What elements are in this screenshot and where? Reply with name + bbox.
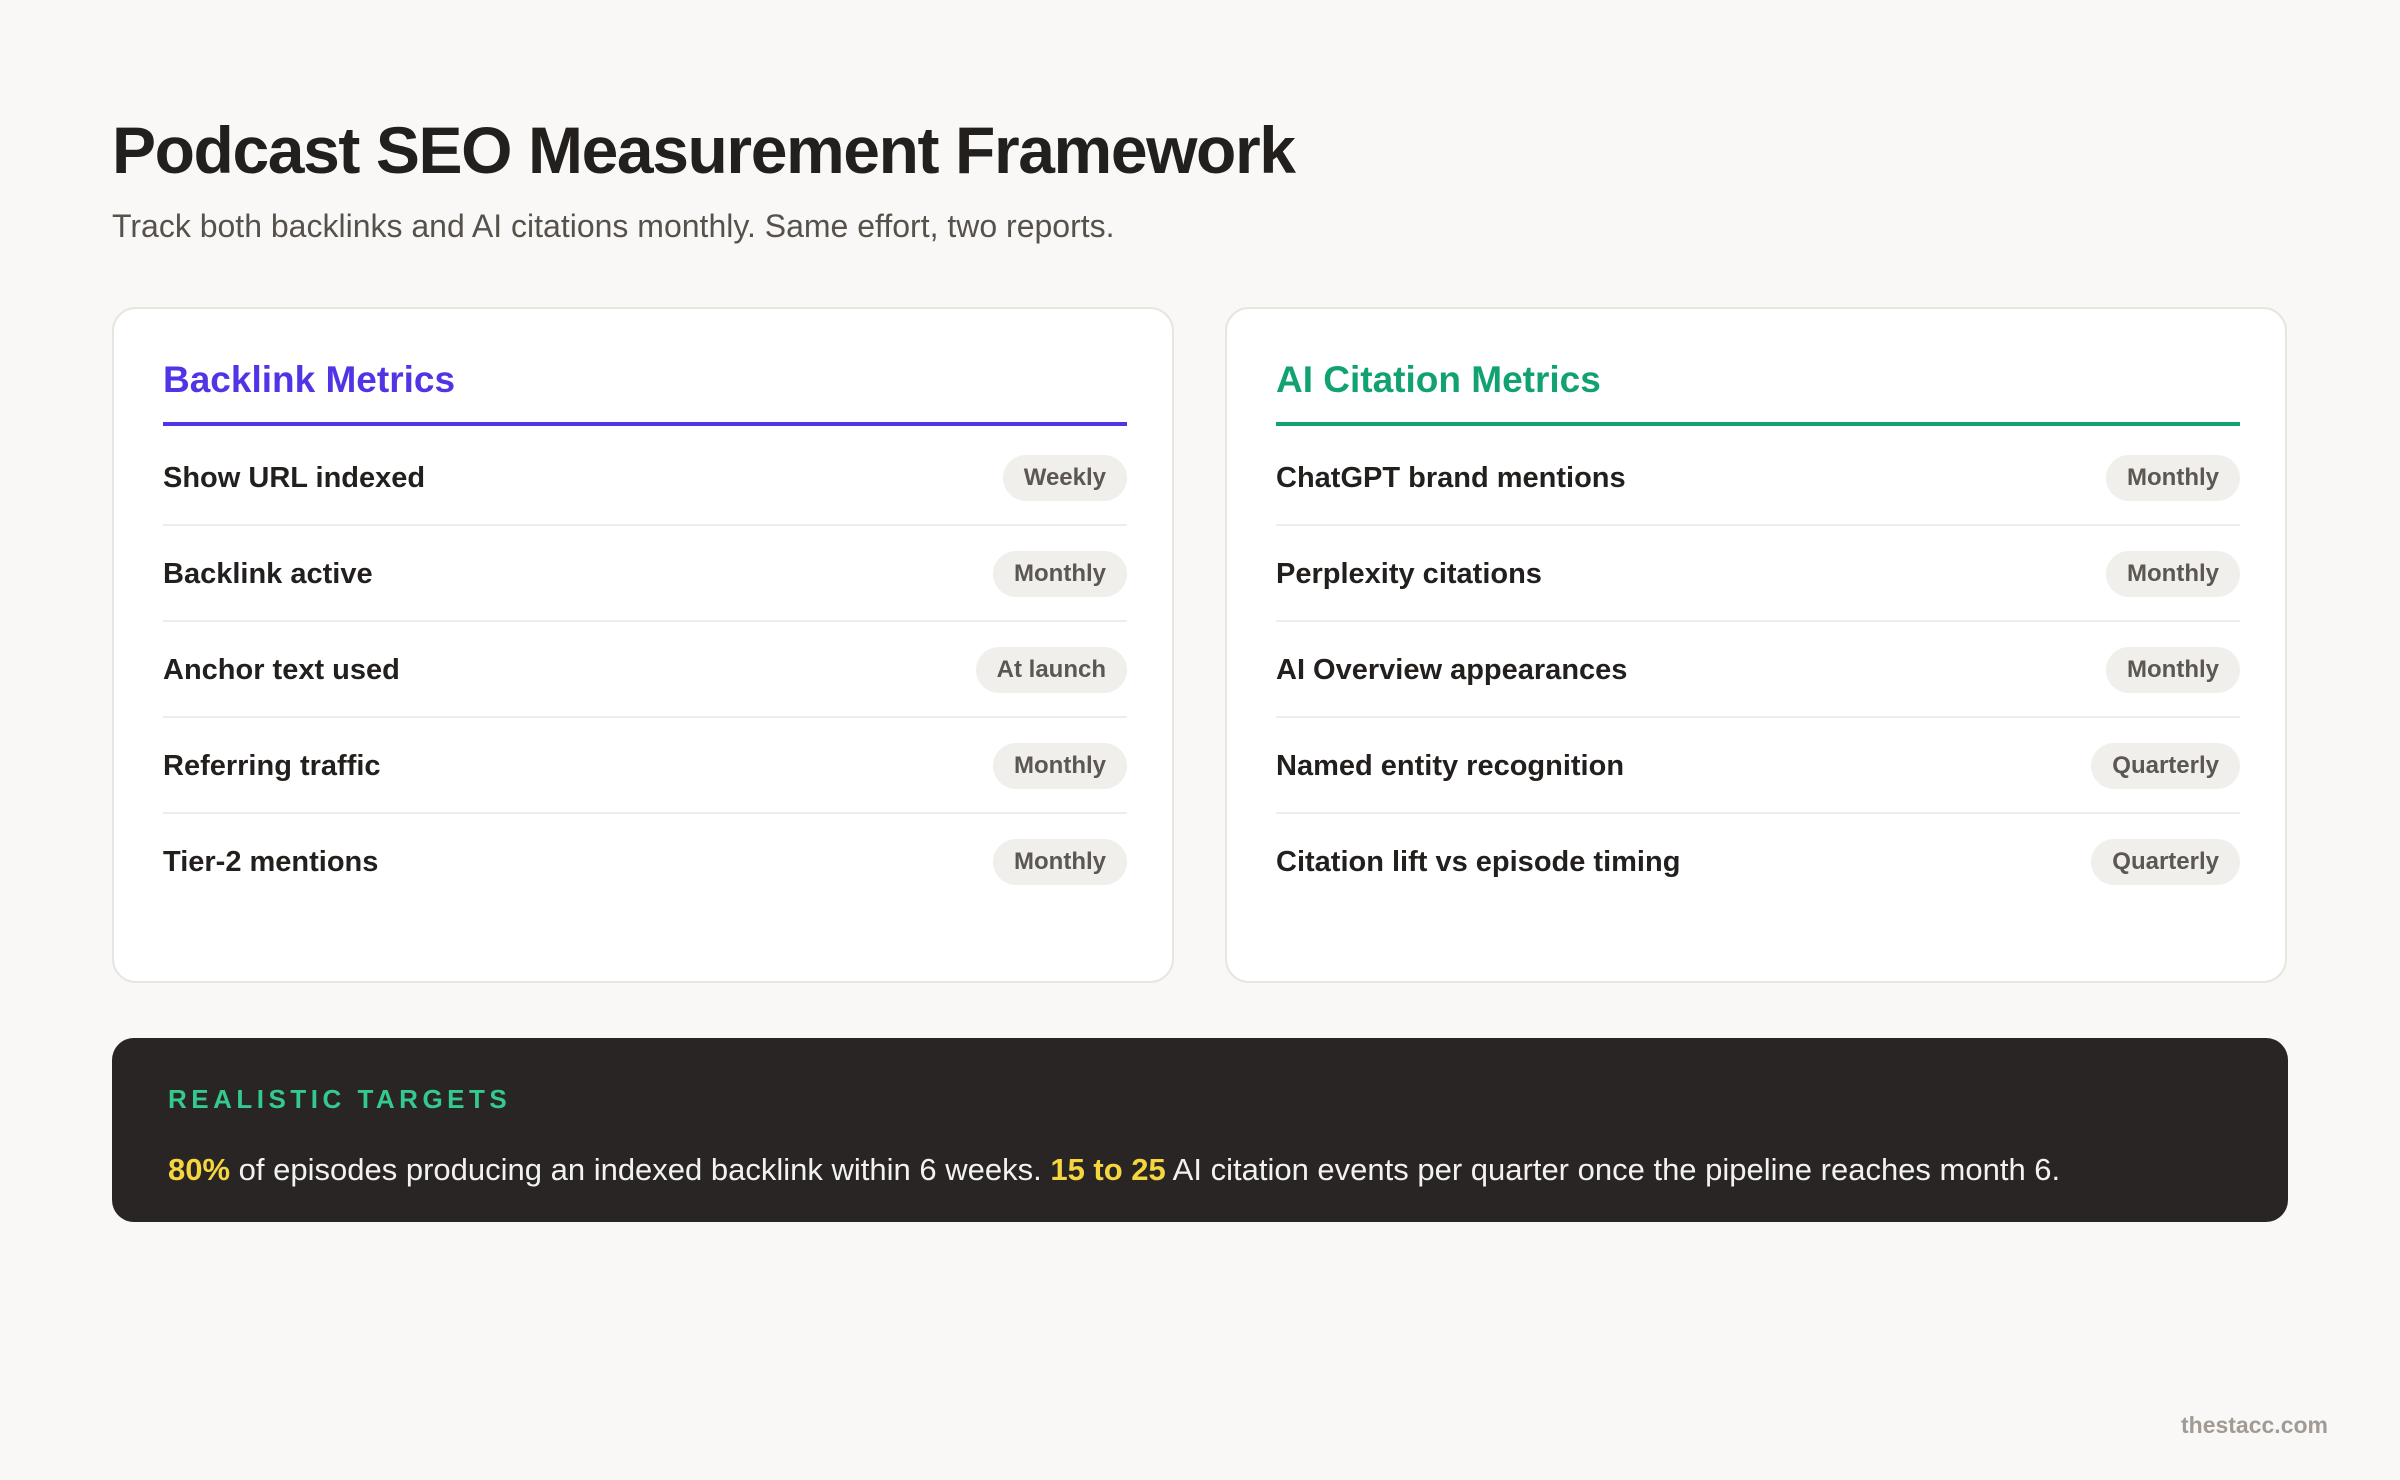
frequency-badge: Quarterly [2091,743,2240,789]
metric-row: Backlink active Monthly [163,526,1127,622]
ai-citation-metrics-card: AI Citation Metrics ChatGPT brand mentio… [1225,307,2287,983]
targets-label: REALISTIC TARGETS [168,1084,512,1114]
backlink-metrics-card: Backlink Metrics Show URL indexed Weekly… [112,307,1174,983]
frequency-badge: Monthly [2106,455,2240,501]
site-credit: thestacc.com [2180,1412,2328,1438]
metric-label: Show URL indexed [163,462,426,494]
frequency-badge: At launch [975,647,1127,693]
frequency-badge: Monthly [993,743,1127,789]
frequency-badge: Monthly [993,551,1127,597]
metric-row: AI Overview appearances Monthly [1276,622,2240,718]
target-text-citations: AI citation events per quarter once the … [1165,1152,2061,1187]
target-highlight-backlinks: 80% [168,1152,231,1187]
frequency-badge: Monthly [993,839,1127,885]
metric-row: Tier-2 mentions Monthly [163,814,1127,910]
page-title: Podcast SEO Measurement Framework [112,113,1296,187]
metric-label: Referring traffic [163,750,381,782]
metric-row: Citation lift vs episode timing Quarterl… [1276,814,2240,910]
card-divider [1276,422,2240,426]
card-divider [163,422,1127,426]
metric-label: AI Overview appearances [1276,654,1628,686]
metric-label: Citation lift vs episode timing [1276,846,1681,878]
targets-text: 80% of episodes producing an indexed bac… [168,1150,2060,1190]
metric-label: Backlink active [163,558,373,590]
target-text-backlinks: of episodes producing an indexed backlin… [230,1152,1051,1187]
target-highlight-citations: 15 to 25 [1050,1152,1166,1187]
metric-label: Anchor text used [163,654,400,686]
metric-label: Perplexity citations [1276,558,1542,590]
frequency-badge: Monthly [2106,551,2240,597]
metric-row: Show URL indexed Weekly [163,430,1127,526]
metric-row: Anchor text used At launch [163,622,1127,718]
metric-row: ChatGPT brand mentions Monthly [1276,430,2240,526]
metric-row: Named entity recognition Quarterly [1276,718,2240,814]
frequency-badge: Monthly [2106,647,2240,693]
card-title-backlink-metrics: Backlink Metrics [163,359,456,400]
page: Podcast SEO Measurement Framework Track … [112,0,2288,1480]
page-subtitle: Track both backlinks and AI citations mo… [112,208,1115,244]
metric-label: Tier-2 mentions [163,846,379,878]
realistic-targets-callout: REALISTIC TARGETS 80% of episodes produc… [112,1038,2288,1222]
card-title-ai-citation-metrics: AI Citation Metrics [1276,359,1601,400]
metric-row: Referring traffic Monthly [163,718,1127,814]
metric-label: ChatGPT brand mentions [1276,462,1626,494]
metric-label: Named entity recognition [1276,750,1625,782]
frequency-badge: Quarterly [2091,839,2240,885]
ai-citation-metric-list: ChatGPT brand mentions Monthly Perplexit… [1276,430,2240,910]
metric-row: Perplexity citations Monthly [1276,526,2240,622]
frequency-badge: Weekly [1002,455,1127,501]
backlink-metric-list: Show URL indexed Weekly Backlink active … [163,430,1127,910]
